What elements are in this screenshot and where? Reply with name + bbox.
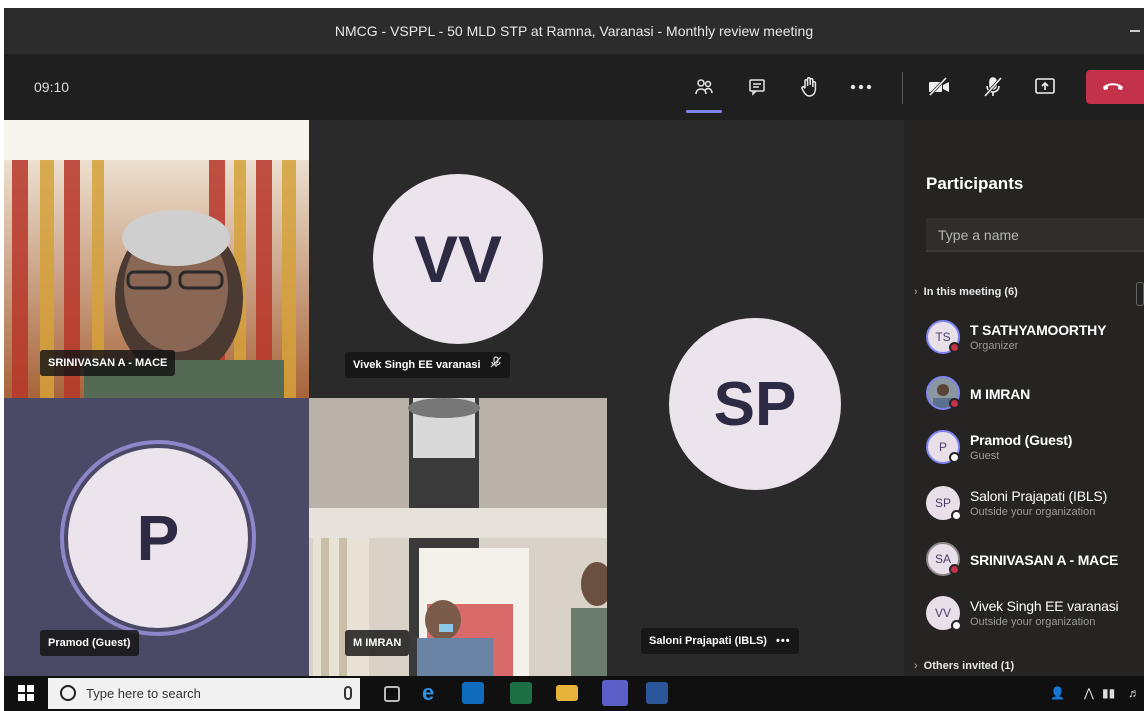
share-screen-icon[interactable] [1032,74,1058,100]
status-busy-icon [949,564,960,575]
participant-role: Outside your organization [970,506,1096,518]
avatar: VV [926,596,962,631]
participant-row[interactable]: TS T SATHYAMOORTHY Organizer [926,316,1144,360]
tile-name-label: M IMRAN [345,630,410,656]
avatar: SP [926,486,962,521]
raise-hand-icon[interactable] [796,74,822,100]
section-label: Others invited (1) [923,660,1015,672]
window-title: NMCG - VSPPL - 50 MLD STP at Ramna, Vara… [334,23,814,39]
status-offline-icon [951,620,962,631]
microphone-icon[interactable] [344,686,352,700]
participant-name: M IMRAN [970,386,1031,402]
excel-icon[interactable] [510,682,532,704]
collapse-caret-icon: › [914,660,918,672]
windows-taskbar: Type here to search e 👤 ⋀ ▮▮ ♬ [4,676,1144,711]
taskbar-search-placeholder: Type here to search [86,686,201,701]
volume-icon[interactable]: ♬ [1128,676,1140,711]
status-busy-icon [949,342,960,353]
camera-off-icon[interactable] [926,74,952,100]
section-label: In this meeting (6) [923,286,1018,298]
teams-window: NMCG - VSPPL - 50 MLD STP at Ramna, Vara… [4,8,1144,711]
more-options-icon[interactable]: ••• [776,635,791,647]
participant-role: Organizer [970,340,1019,352]
more-actions-icon[interactable] [848,74,874,100]
participant-row[interactable]: SA SRINIVASAN A - MACE [926,538,1144,582]
section-others-invited[interactable]: › Others invited (1) [914,660,1014,672]
edge-icon[interactable]: e [422,682,444,704]
participant-name: T SATHYAMOORTHY [970,322,1107,338]
scrollbar[interactable] [1136,282,1144,306]
tile-name-label: Vivek Singh EE varanasi [353,359,481,371]
avatar-pramod: P [68,448,248,628]
video-grid: SRINIVASAN A - MACE VV Vivek Singh EE va… [4,120,904,676]
avatar: P [926,430,960,464]
avatar: SA [926,542,960,576]
status-offline-icon [951,510,962,521]
tile-name-label: Saloni Prajapati (IBLS) [649,635,767,647]
active-tab-indicator [686,110,722,113]
avatar [926,376,960,410]
video-tile-pramod[interactable]: P Pramod (Guest) [4,398,309,676]
participant-name: SRINIVASAN A - MACE [970,552,1119,568]
tile-name-label: SRINIVASAN A - MACE [40,350,176,376]
participant-role: Outside your organization [970,616,1096,628]
status-busy-icon [949,398,960,409]
windows-start-icon[interactable] [18,685,34,701]
taskbar-search-box[interactable]: Type here to search [48,678,360,709]
chat-icon[interactable] [744,74,770,100]
avatar-saloni: SP [669,318,841,490]
participant-row[interactable]: VV Vivek Singh EE varanasi Outside your … [926,592,1144,636]
file-explorer-icon[interactable] [556,685,578,701]
participants-icon[interactable] [691,74,717,100]
video-tile-imran[interactable]: M IMRAN [309,398,607,676]
tray-expand-icon[interactable]: ⋀ [1084,676,1094,711]
word-icon[interactable] [646,682,668,704]
collapse-caret-icon: › [914,286,918,298]
participant-role: Guest [970,450,1000,462]
participant-row[interactable]: M IMRAN [926,372,1144,416]
title-bar: NMCG - VSPPL - 50 MLD STP at Ramna, Vara… [4,8,1144,54]
tile-name-vivek: Vivek Singh EE varanasi [345,352,510,378]
participant-name: Pramod (Guest) [970,432,1073,448]
minimize-icon[interactable] [1130,30,1140,32]
hang-up-icon [1102,78,1124,96]
task-view-icon[interactable] [384,686,400,702]
teams-icon[interactable] [602,680,628,706]
participant-search-input[interactable]: Type a name [926,218,1144,252]
outlook-icon[interactable] [462,682,484,704]
section-in-meeting[interactable]: › In this meeting (6) [914,286,1018,298]
mic-off-icon [490,352,502,378]
hang-up-button[interactable] [1086,70,1144,104]
participant-name: Vivek Singh EE varanasi [970,598,1119,614]
participant-name: Saloni Prajapati (IBLS) [970,488,1108,504]
video-tile-vivek[interactable]: VV Vivek Singh EE varanasi [309,120,607,398]
tile-name-label: Pramod (Guest) [40,630,139,656]
cortana-icon [60,685,76,701]
status-offline-icon [949,452,960,463]
tile-name-saloni: Saloni Prajapati (IBLS) ••• [641,628,799,654]
panel-title: Participants [926,174,1024,193]
toolbar-divider [902,72,903,104]
participant-row[interactable]: P Pramod (Guest) Guest [926,426,1144,470]
mic-off-icon[interactable] [980,74,1006,100]
avatar: TS [926,320,960,354]
participants-panel: Participants Type a name › In this meetin… [904,120,1144,676]
people-icon[interactable]: 👤 [1050,676,1065,711]
video-tile-srinivasan[interactable]: SRINIVASAN A - MACE [4,120,309,398]
video-tile-saloni[interactable]: SP Saloni Prajapati (IBLS) ••• [607,120,904,676]
avatar-vivek: VV [373,174,543,344]
participant-row[interactable]: SP Saloni Prajapati (IBLS) Outside your … [926,482,1144,526]
battery-icon[interactable]: ▮▮ [1102,676,1115,711]
meeting-timer: 09:10 [34,79,70,95]
meeting-controls: 09:10 [4,54,1144,120]
